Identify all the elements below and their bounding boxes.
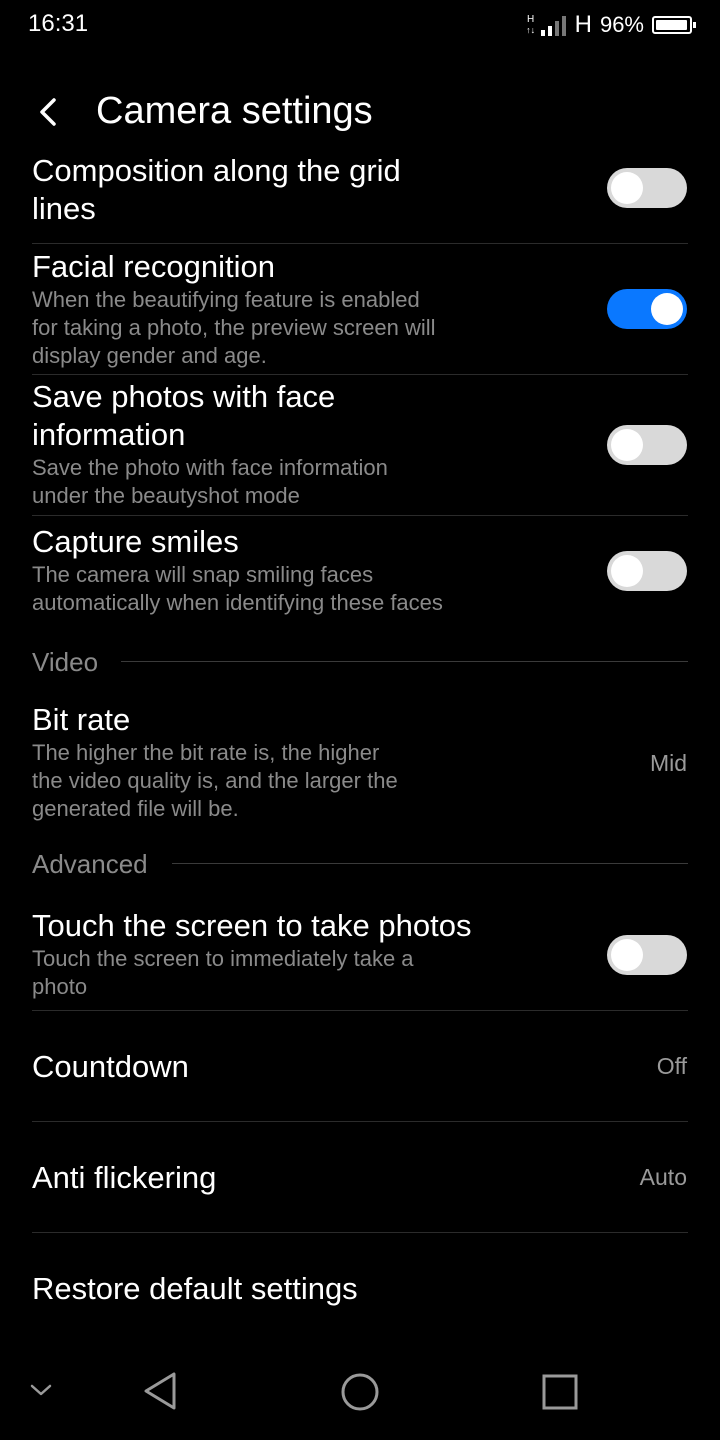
anti-flicker-title[interactable]: Anti flickering — [32, 1159, 216, 1197]
save-face-title-line1: Save photos with face — [32, 379, 336, 414]
facial-recognition-toggle[interactable] — [607, 289, 687, 329]
save-face-row[interactable]: Save photos with face information Save t… — [32, 378, 388, 510]
touch-photo-toggle[interactable] — [607, 935, 687, 975]
grid-lines-title-line1: Composition along the grid — [32, 153, 401, 188]
facial-recognition-sub-line2: for taking a photo, the preview screen w… — [32, 315, 436, 340]
capture-smiles-row[interactable]: Capture smiles The camera will snap smil… — [32, 523, 443, 617]
divider — [32, 1232, 688, 1233]
bit-rate-sub-line2: the video quality is, and the larger the — [32, 768, 398, 793]
touch-photo-sub-line1: Touch the screen to immediately take a — [32, 946, 414, 971]
countdown-title[interactable]: Countdown — [32, 1048, 189, 1086]
grid-lines-row[interactable]: Composition along the grid lines — [32, 152, 401, 228]
divider — [32, 515, 688, 516]
toggle-knob — [611, 939, 643, 971]
recents-square-icon[interactable] — [541, 1373, 579, 1416]
back-triangle-icon[interactable] — [140, 1370, 180, 1417]
section-divider — [121, 661, 688, 662]
divider — [32, 243, 688, 244]
divider — [32, 1121, 688, 1122]
facial-recognition-title: Facial recognition — [32, 249, 275, 284]
signal-icon — [540, 14, 569, 36]
save-face-sub-line2: under the beautyshot mode — [32, 483, 300, 508]
network-type: H — [574, 11, 592, 38]
bit-rate-value[interactable]: Mid — [650, 750, 687, 777]
touch-photo-sub-line2: photo — [32, 974, 88, 999]
divider — [32, 1010, 688, 1011]
grid-lines-title-line2: lines — [32, 191, 96, 226]
touch-photo-row[interactable]: Touch the screen to take photos Touch th… — [32, 907, 471, 1001]
chevron-left-icon — [40, 98, 56, 126]
capture-smiles-sub-line2: automatically when identifying these fac… — [32, 590, 443, 615]
status-time: 16:31 — [28, 10, 89, 37]
capture-smiles-sub-line1: The camera will snap smiling faces — [32, 562, 374, 587]
bit-rate-title: Bit rate — [32, 702, 131, 737]
toggle-knob — [611, 429, 643, 461]
grid-lines-toggle[interactable] — [607, 168, 687, 208]
bit-rate-sub-line1: The higher the bit rate is, the higher — [32, 740, 380, 765]
battery-fill — [656, 20, 687, 30]
section-label-video: Video — [32, 647, 99, 677]
battery-cap — [693, 22, 696, 28]
status-icons: H ↑↓ H 96% — [525, 8, 696, 42]
home-circle-icon[interactable] — [340, 1372, 380, 1417]
bit-rate-row[interactable]: Bit rate The higher the bit rate is, the… — [32, 701, 398, 823]
capture-smiles-toggle[interactable] — [607, 551, 687, 591]
network-mini-label: H — [526, 14, 535, 25]
network-mini-icon: H ↑↓ — [525, 14, 537, 36]
facial-recognition-sub-line1: When the beautifying feature is enabled — [32, 287, 420, 312]
facial-recognition-sub-line3: display gender and age. — [32, 343, 267, 368]
save-face-toggle[interactable] — [607, 425, 687, 465]
bit-rate-sub-line3: generated file will be. — [32, 796, 239, 821]
toggle-knob — [651, 293, 683, 325]
battery-percent: 96% — [599, 12, 644, 37]
section-divider — [172, 863, 688, 864]
save-face-sub-line1: Save the photo with face information — [32, 455, 388, 480]
capture-smiles-title: Capture smiles — [32, 524, 239, 559]
battery-icon — [652, 16, 696, 34]
page-title: Camera settings — [96, 90, 373, 132]
save-face-title-line2: information — [32, 417, 186, 452]
section-label-advanced: Advanced — [32, 849, 148, 879]
toggle-knob — [611, 172, 643, 204]
chevron-down-icon[interactable] — [28, 1380, 54, 1405]
facial-recognition-row[interactable]: Facial recognition When the beautifying … — [32, 248, 436, 370]
touch-photo-title: Touch the screen to take photos — [32, 908, 472, 943]
anti-flicker-value[interactable]: Auto — [640, 1164, 687, 1191]
restore-defaults-button[interactable]: Restore default settings — [32, 1270, 358, 1308]
back-button[interactable] — [32, 92, 72, 132]
toggle-knob — [611, 555, 643, 587]
countdown-value[interactable]: Off — [657, 1053, 687, 1080]
data-arrows-icon: ↑↓ — [526, 25, 536, 35]
divider — [32, 374, 688, 375]
